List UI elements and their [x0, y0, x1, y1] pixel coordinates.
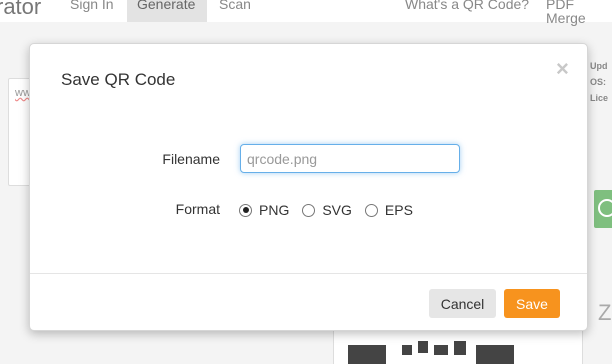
qr-module	[434, 345, 448, 355]
filename-label: Filename	[162, 151, 220, 167]
qr-finder-pattern	[476, 345, 514, 364]
dialog-title: Save QR Code	[61, 70, 176, 89]
nav-whats-qr[interactable]: What's a QR Code?	[395, 0, 539, 22]
format-radio-group: PNG SVG EPS	[239, 202, 426, 218]
qr-module	[418, 341, 428, 353]
save-qr-dialog: Save QR Code × Filename Format PNG SVG E…	[29, 43, 588, 331]
radio-png[interactable]	[239, 203, 252, 217]
qr-finder-pattern	[348, 345, 386, 364]
download-icon	[598, 199, 612, 217]
partial-heading-letter: Z	[598, 300, 612, 325]
right-label-os: OS:	[590, 77, 607, 87]
radio-svg[interactable]	[302, 203, 316, 217]
radio-label-svg: SVG	[322, 202, 352, 218]
filename-input[interactable]	[240, 144, 460, 173]
nav-generate[interactable]: Generate	[127, 0, 207, 22]
radio-label-eps: EPS	[384, 202, 413, 218]
right-info-panel: Upd OS: Lice	[590, 58, 612, 106]
right-label-updated: Upd	[590, 61, 608, 71]
top-nav: rator Sign In Generate Scan What's a QR …	[0, 0, 612, 25]
brand-logo-text[interactable]: rator	[0, 0, 41, 20]
save-button[interactable]: Save	[504, 289, 560, 318]
cancel-button[interactable]: Cancel	[429, 289, 496, 318]
format-option-svg[interactable]: SVG	[302, 202, 352, 218]
close-icon[interactable]: ×	[556, 58, 569, 80]
qr-module	[454, 341, 466, 355]
format-option-png[interactable]: PNG	[239, 202, 289, 218]
format-label: Format	[175, 201, 220, 217]
right-label-license: Lice	[590, 93, 609, 103]
nav-scan[interactable]: Scan	[209, 0, 261, 22]
nav-sign-in[interactable]: Sign In	[60, 0, 124, 22]
nav-pdf-merge[interactable]: PDF Merge	[536, 0, 612, 25]
radio-label-png: PNG	[259, 202, 290, 218]
radio-eps[interactable]	[364, 203, 378, 217]
dialog-footer-divider	[30, 273, 587, 274]
download-button[interactable]	[594, 190, 612, 228]
qr-module	[402, 345, 412, 355]
format-option-eps[interactable]: EPS	[364, 202, 413, 218]
